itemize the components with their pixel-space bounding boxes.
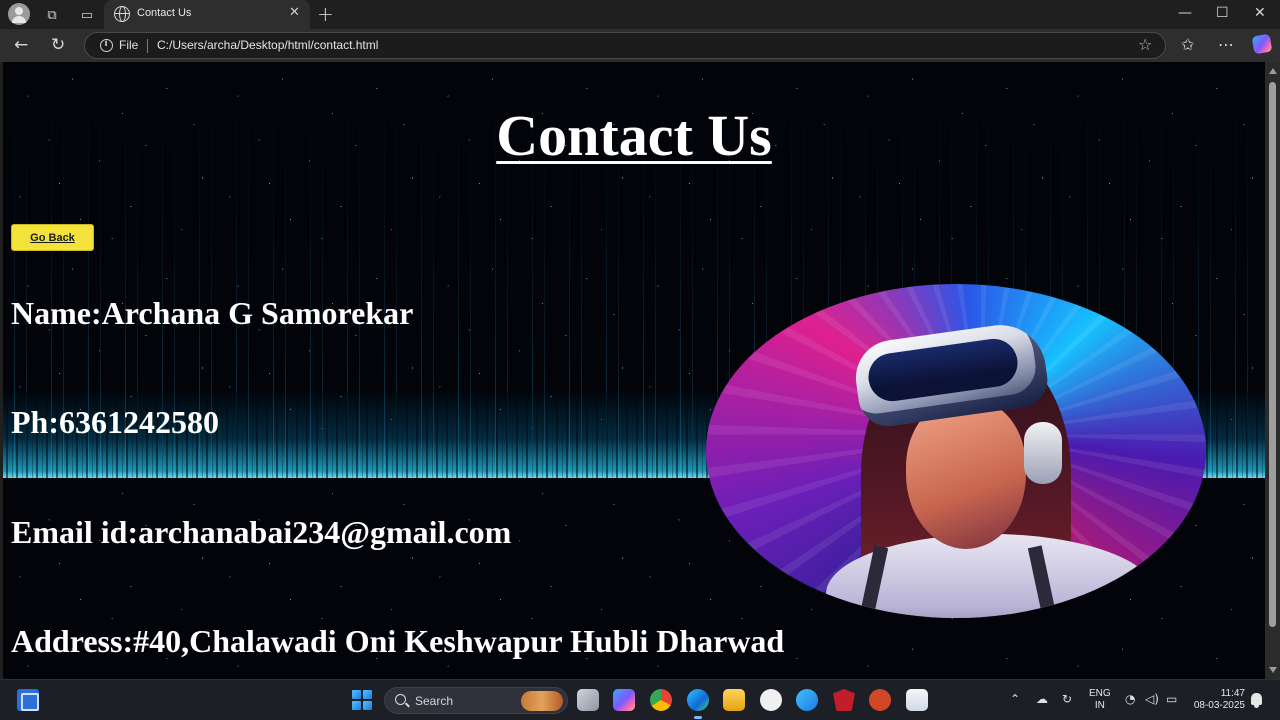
language-code: ENG — [1089, 688, 1111, 699]
search-highlight-icon — [521, 691, 563, 711]
tab-bar: ⧉ ▭ Contact Us ✕ + — ☐ ✕ — [0, 0, 1280, 29]
language-region: IN — [1094, 700, 1105, 711]
windows-taskbar: Search ⌃ ☁ ↻ ENG IN ◔ ◁) ▭ 11:47 08-03-2… — [0, 679, 1280, 720]
workspaces-icon[interactable]: ⧉ — [41, 4, 63, 26]
mcafee-icon[interactable] — [833, 689, 855, 711]
copilot-app-icon[interactable] — [613, 689, 635, 711]
notification-bell-icon[interactable] — [1251, 693, 1262, 708]
widgets-icon[interactable] — [17, 689, 39, 711]
microsoft-store-icon[interactable] — [906, 689, 928, 711]
url-text[interactable]: C:/Users/archa/Desktop/html/contact.html — [157, 38, 378, 52]
powerpoint-icon[interactable] — [869, 689, 891, 711]
contact-address: Address:#40,Chalawadi Oni Keshwapur Hubl… — [11, 623, 785, 659]
help-icon[interactable] — [796, 689, 818, 711]
start-windows-icon[interactable] — [352, 690, 372, 710]
url-separator — [147, 39, 148, 53]
chrome-icon[interactable] — [650, 689, 672, 711]
refresh-icon[interactable]: ↻ — [51, 35, 65, 55]
window-close-icon[interactable]: ✕ — [1254, 5, 1266, 21]
back-arrow-icon[interactable]: ← — [14, 35, 28, 55]
scroll-thumb[interactable] — [1269, 82, 1276, 627]
minimize-icon[interactable]: — — [1178, 5, 1192, 21]
edge-icon[interactable] — [687, 689, 709, 719]
maximize-icon[interactable]: ☐ — [1216, 5, 1229, 21]
taskbar-search-box[interactable]: Search — [384, 687, 568, 714]
vr-headset-image — [706, 284, 1206, 618]
onedrive-icon[interactable]: ☁ — [1036, 692, 1048, 706]
github-icon[interactable] — [760, 689, 782, 711]
favorites-icon[interactable]: ✩ — [1181, 35, 1194, 54]
search-icon — [395, 694, 406, 705]
file-scheme-label: File — [119, 38, 139, 52]
clock-time: 11:47 — [1220, 688, 1245, 699]
wifi-icon[interactable]: ◔ — [1125, 692, 1135, 706]
more-options-icon[interactable]: ⋯ — [1218, 35, 1234, 54]
contact-email: Email id:archanabai234@gmail.com — [11, 514, 512, 550]
clock-date: 08-03-2025 — [1193, 700, 1245, 711]
go-back-button[interactable]: Go Back — [11, 224, 94, 251]
image-face — [906, 399, 1026, 549]
globe-icon — [114, 6, 130, 22]
new-tab-button[interactable]: + — [317, 2, 334, 26]
system-clock[interactable]: 11:47 08-03-2025 — [1191, 688, 1245, 712]
page-title: Contact Us — [496, 103, 772, 168]
favorite-star-icon[interactable]: ☆ — [1138, 35, 1152, 54]
copilot-icon[interactable] — [1251, 33, 1273, 55]
url-field[interactable]: File C:/Users/archa/Desktop/html/contact… — [84, 32, 1166, 59]
volume-icon[interactable]: ◁) — [1145, 692, 1159, 706]
tab-actions-icon[interactable]: ▭ — [76, 4, 98, 26]
battery-icon[interactable]: ▭ — [1166, 692, 1177, 706]
language-indicator[interactable]: ENG IN — [1089, 688, 1111, 712]
page-viewport: Contact Us Go Back Name:Archana G Samore… — [3, 62, 1265, 679]
image-headphone — [1024, 422, 1062, 484]
search-label: Search — [415, 694, 454, 708]
scroll-down-arrow-icon[interactable] — [1269, 667, 1277, 673]
task-view-icon[interactable] — [577, 689, 599, 711]
tab-contact-us[interactable]: Contact Us ✕ — [104, 0, 310, 29]
profile-avatar-icon[interactable] — [8, 3, 30, 25]
file-explorer-icon[interactable] — [723, 689, 745, 711]
tab-close-icon[interactable]: ✕ — [289, 5, 300, 20]
contact-name: Name:Archana G Samorekar — [11, 295, 414, 331]
address-bar: ← ↻ File C:/Users/archa/Desktop/html/con… — [0, 29, 1280, 62]
tab-title: Contact Us — [137, 7, 192, 19]
show-hidden-icons-icon[interactable]: ⌃ — [1010, 692, 1020, 706]
page-scrollbar[interactable] — [1265, 62, 1280, 679]
scroll-up-arrow-icon[interactable] — [1269, 68, 1277, 74]
contact-phone: Ph:6361242580 — [11, 404, 219, 440]
sync-icon[interactable]: ↻ — [1062, 692, 1072, 706]
site-info-icon[interactable] — [100, 39, 113, 52]
